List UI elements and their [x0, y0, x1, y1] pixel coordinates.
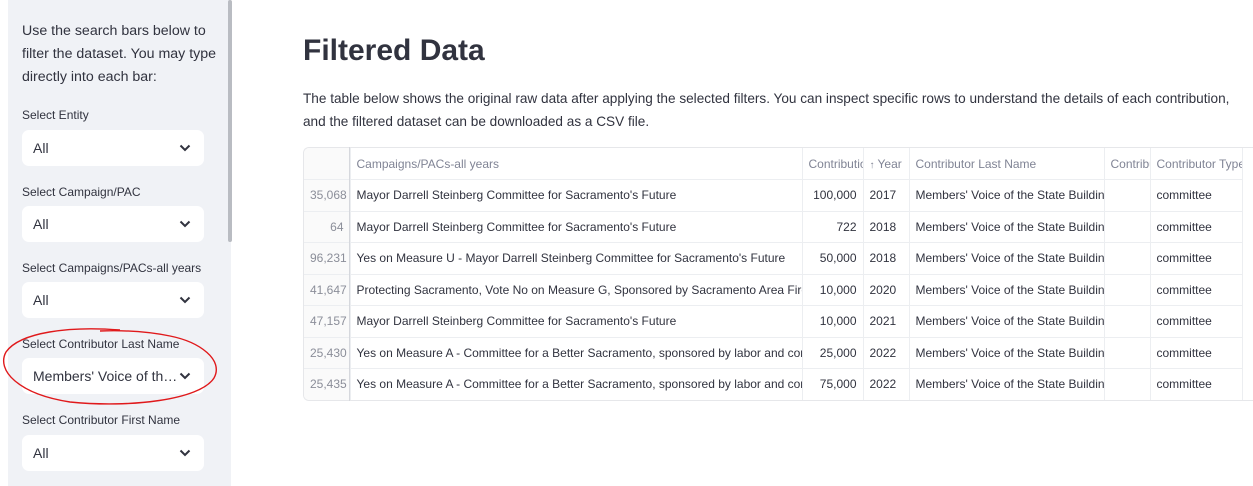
sort-ascending-icon: ↑: [869, 159, 875, 171]
page-description: The table below shows the original raw d…: [303, 91, 1230, 129]
cell-year[interactable]: 2018: [863, 211, 910, 243]
campaigns-all-years-label: Select Campaigns/PACs-all years: [22, 261, 202, 275]
cell-campaign[interactable]: Mayor Darrell Steinberg Committee for Sa…: [350, 211, 803, 243]
cell-year[interactable]: 2022: [863, 368, 910, 400]
table-row[interactable]: 64 Mayor Darrell Steinberg Committee for…: [304, 211, 1243, 243]
cell-contribution[interactable]: 722: [802, 211, 864, 243]
entity-select-value: All: [33, 140, 49, 156]
cell-first-name[interactable]: [1104, 337, 1151, 369]
cell-campaign[interactable]: Protecting Sacramento, Vote No on Measur…: [350, 274, 803, 306]
cell-contributor-type[interactable]: committee: [1150, 242, 1243, 275]
chevron-down-icon: [178, 217, 192, 231]
row-index: 96,231: [304, 242, 351, 275]
contributor-first-name-label: Select Contributor First Name: [22, 413, 181, 427]
row-index: 25,435: [304, 368, 351, 400]
column-header-first-name[interactable]: Contributor First Name: [1104, 148, 1151, 180]
row-index: 35,068: [304, 179, 351, 212]
chevron-down-icon: [178, 369, 192, 383]
contributor-first-name-select-value: All: [33, 445, 49, 461]
cell-contributor-type[interactable]: committee: [1150, 211, 1243, 243]
contributor-last-name-select[interactable]: Members' Voice of the State Building Tra…: [22, 358, 204, 394]
table-row[interactable]: 25,435 Yes on Measure A - Committee for …: [304, 368, 1243, 400]
column-header-campaigns[interactable]: Campaigns/PACs-all years: [350, 148, 803, 180]
cell-contribution[interactable]: 25,000: [802, 337, 864, 369]
cell-year[interactable]: 2022: [863, 337, 910, 369]
cell-first-name[interactable]: [1104, 274, 1151, 306]
contributor-last-name-select-value: Members' Voice of the State Building Tra…: [33, 368, 178, 384]
table-header-row: Campaigns/PACs-all years Contribution ↑Y…: [304, 148, 1243, 180]
campaign-label: Select Campaign/PAC: [22, 185, 141, 199]
entity-select[interactable]: All: [22, 130, 204, 166]
cell-year[interactable]: 2021: [863, 305, 910, 338]
row-index: 41,647: [304, 274, 351, 306]
sidebar: Use the search bars below to filter the …: [8, 0, 231, 486]
cell-year[interactable]: 2017: [863, 179, 910, 212]
cell-year[interactable]: 2020: [863, 274, 910, 306]
column-header-last-name[interactable]: Contributor Last Name: [909, 148, 1105, 180]
table-row[interactable]: 41,647 Protecting Sacramento, Vote No on…: [304, 274, 1243, 306]
cell-contribution[interactable]: 10,000: [802, 305, 864, 338]
data-table[interactable]: Campaigns/PACs-all years Contribution ↑Y…: [303, 147, 1253, 401]
column-header-year-label: Year: [877, 156, 902, 171]
table-row[interactable]: 35,068 Mayor Darrell Steinberg Committee…: [304, 179, 1243, 212]
cell-contributor-type[interactable]: committee: [1150, 368, 1243, 400]
cell-first-name[interactable]: [1104, 179, 1151, 212]
sidebar-intro-text: Use the search bars below to filter the …: [22, 23, 217, 85]
cell-first-name[interactable]: [1104, 242, 1151, 275]
cell-contribution[interactable]: 50,000: [802, 242, 864, 275]
contributor-last-name-label: Select Contributor Last Name: [22, 337, 180, 351]
cell-last-name[interactable]: Members' Voice of the State Building Tra…: [909, 337, 1105, 369]
campaign-select[interactable]: All: [22, 206, 204, 242]
index-column-divider: [349, 147, 350, 401]
cell-contributor-type[interactable]: committee: [1150, 274, 1243, 306]
cell-last-name[interactable]: Members' Voice of the State Building Tra…: [909, 179, 1105, 212]
index-column-header: [304, 148, 351, 180]
table-row[interactable]: 47,157 Mayor Darrell Steinberg Committee…: [304, 305, 1243, 338]
cell-contributor-type[interactable]: committee: [1150, 179, 1243, 212]
cell-last-name[interactable]: Members' Voice of the State Building Tra…: [909, 211, 1105, 243]
cell-contributor-type[interactable]: committee: [1150, 305, 1243, 338]
table-row[interactable]: 96,231 Yes on Measure U - Mayor Darrell …: [304, 242, 1243, 275]
chevron-down-icon: [178, 446, 192, 460]
cell-campaign[interactable]: Yes on Measure A - Committee for a Bette…: [350, 368, 803, 400]
cell-campaign[interactable]: Mayor Darrell Steinberg Committee for Sa…: [350, 305, 803, 338]
row-index: 25,430: [304, 337, 351, 369]
cell-last-name[interactable]: Members' Voice of the State Building Tra…: [909, 242, 1105, 275]
table-row[interactable]: 25,430 Yes on Measure A - Committee for …: [304, 337, 1243, 369]
campaigns-all-years-select[interactable]: All: [22, 282, 204, 318]
sidebar-scrollbar[interactable]: [228, 0, 232, 242]
cell-last-name[interactable]: Members' Voice of the State Building Tra…: [909, 368, 1105, 400]
cell-last-name[interactable]: Members' Voice of the State Building Tra…: [909, 305, 1105, 338]
row-index: 64: [304, 211, 351, 243]
contributor-first-name-select[interactable]: All: [22, 435, 204, 471]
chevron-down-icon: [178, 141, 192, 155]
cell-last-name[interactable]: Members' Voice of the State Building Tra…: [909, 274, 1105, 306]
campaign-select-value: All: [33, 216, 49, 232]
cell-first-name[interactable]: [1104, 305, 1151, 338]
column-header-contribution[interactable]: Contribution: [802, 148, 864, 180]
cell-contribution[interactable]: 75,000: [802, 368, 864, 400]
cell-campaign[interactable]: Mayor Darrell Steinberg Committee for Sa…: [350, 179, 803, 212]
page-title: Filtered Data: [303, 34, 485, 67]
chevron-down-icon: [178, 293, 192, 307]
cell-campaign[interactable]: Yes on Measure U - Mayor Darrell Steinbe…: [350, 242, 803, 275]
entity-label: Select Entity: [22, 108, 89, 122]
cell-first-name[interactable]: [1104, 211, 1151, 243]
campaigns-all-years-select-value: All: [33, 292, 49, 308]
column-header-year[interactable]: ↑ Year: [863, 148, 910, 180]
cell-contribution[interactable]: 10,000: [802, 274, 864, 306]
cell-first-name[interactable]: [1104, 368, 1151, 400]
row-index: 47,157: [304, 305, 351, 338]
column-header-contributor-type[interactable]: Contributor Type: [1150, 148, 1243, 180]
cell-campaign[interactable]: Yes on Measure A - Committee for a Bette…: [350, 337, 803, 369]
cell-contributor-type[interactable]: committee: [1150, 337, 1243, 369]
cell-year[interactable]: 2018: [863, 242, 910, 275]
cell-contribution[interactable]: 100,000: [802, 179, 864, 212]
